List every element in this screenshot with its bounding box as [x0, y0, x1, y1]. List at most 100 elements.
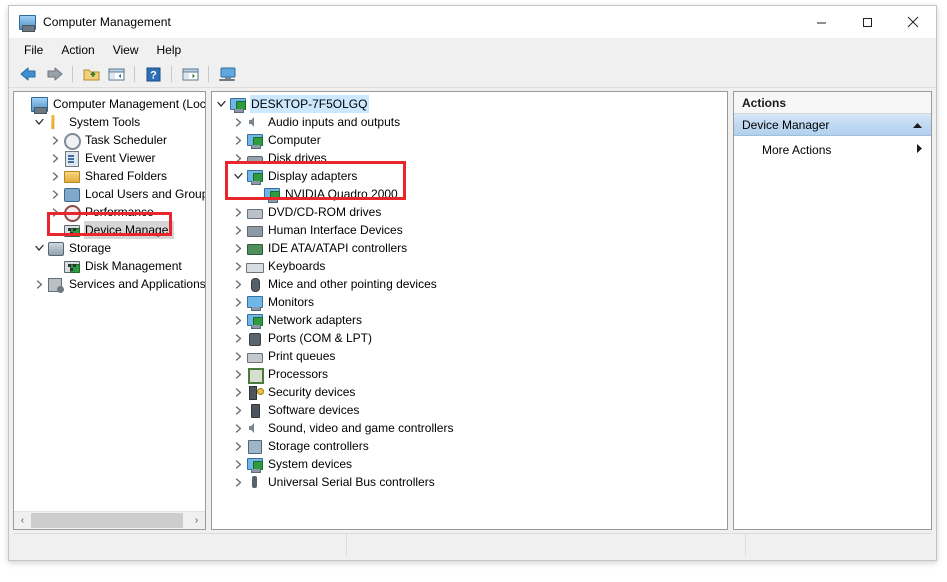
chevron-collapsed-icon[interactable]: [48, 167, 63, 185]
console-tree-hscrollbar[interactable]: ‹ ›: [14, 511, 205, 529]
chevron-expanded-icon[interactable]: [32, 239, 47, 257]
scroll-right-arrow-icon[interactable]: ›: [188, 512, 205, 529]
device-tree-item-computer[interactable]: Computer: [212, 131, 727, 149]
chevron-collapsed-icon[interactable]: [231, 131, 246, 149]
console-tree[interactable]: Computer Management (LocalSystem ToolsTa…: [14, 92, 205, 511]
toolbar-up-one-level[interactable]: [79, 63, 103, 85]
device-tree-item-processors[interactable]: Processors: [212, 365, 727, 383]
device-tree-item-display-adapters[interactable]: Display adapters: [212, 167, 727, 185]
chevron-collapsed-icon[interactable]: [231, 239, 246, 257]
maximize-button[interactable]: [844, 6, 890, 38]
scroll-left-arrow-icon[interactable]: ‹: [14, 512, 31, 529]
menu-help[interactable]: Help: [148, 40, 191, 60]
chevron-right-icon[interactable]: [916, 143, 923, 157]
chevron-collapsed-icon[interactable]: [231, 347, 246, 365]
device-tree-root[interactable]: DESKTOP-7F5OLGQ: [212, 95, 727, 113]
chevron-collapsed-icon[interactable]: [231, 275, 246, 293]
chevron-collapsed-icon[interactable]: [231, 311, 246, 329]
chevron-collapsed-icon[interactable]: [231, 203, 246, 221]
device-tree-item-universal-serial-bus-controllers[interactable]: Universal Serial Bus controllers: [212, 473, 727, 491]
device-tree-item-ports-com-lpt[interactable]: Ports (COM & LPT): [212, 329, 727, 347]
toolbar-help[interactable]: ?: [141, 63, 165, 85]
chevron-expanded-icon[interactable]: [214, 95, 229, 113]
device-tree-item-sound-video-and-game-controllers[interactable]: Sound, video and game controllers: [212, 419, 727, 437]
toolbar-show-hide-action-pane[interactable]: [178, 63, 202, 85]
chevron-collapsed-icon[interactable]: [231, 257, 246, 275]
device-tree-item-mice-and-other-pointing-devices[interactable]: Mice and other pointing devices: [212, 275, 727, 293]
chevron-collapsed-icon[interactable]: [231, 365, 246, 383]
chevron-collapsed-icon[interactable]: [231, 401, 246, 419]
chevron-collapsed-icon[interactable]: [231, 113, 246, 131]
chevron-collapsed-icon[interactable]: [32, 275, 47, 293]
computer-icon: [229, 96, 245, 112]
toolbar-show-hide-tree[interactable]: [104, 63, 128, 85]
chevron-collapsed-icon[interactable]: [231, 455, 246, 473]
toolbar-properties[interactable]: [215, 63, 239, 85]
chevron-none: [48, 257, 63, 275]
menu-action[interactable]: Action: [52, 40, 103, 60]
console-tree-item-system-tools[interactable]: System Tools: [14, 113, 205, 131]
device-tree-item-human-interface-devices[interactable]: Human Interface Devices: [212, 221, 727, 239]
console-tree-item-storage[interactable]: Storage: [14, 239, 205, 257]
close-button[interactable]: [890, 6, 936, 38]
toolbar: ?: [9, 61, 936, 88]
chevron-collapsed-icon[interactable]: [231, 293, 246, 311]
chevron-collapsed-icon[interactable]: [231, 473, 246, 491]
toolbar-separator: [171, 66, 172, 82]
toolbar-separator: [208, 66, 209, 82]
device-tree[interactable]: DESKTOP-7F5OLGQAudio inputs and outputsC…: [212, 92, 727, 491]
minimize-button[interactable]: [798, 6, 844, 38]
chevron-collapsed-icon[interactable]: [48, 185, 63, 203]
console-tree-item-shared-folders[interactable]: Shared Folders: [14, 167, 205, 185]
device-tree-item-security-devices[interactable]: Security devices: [212, 383, 727, 401]
display-adapter-icon: [246, 168, 262, 184]
chevron-collapsed-icon[interactable]: [231, 419, 246, 437]
chevron-collapsed-icon[interactable]: [48, 203, 63, 221]
chevron-expanded-icon[interactable]: [231, 167, 246, 185]
scroll-track[interactable]: [31, 512, 188, 529]
device-tree-item-monitors[interactable]: Monitors: [212, 293, 727, 311]
device-tree-item-print-queues[interactable]: Print queues: [212, 347, 727, 365]
system-tools-icon: [47, 114, 63, 130]
chevron-up-icon[interactable]: [912, 118, 923, 132]
console-tree-item-event-viewer[interactable]: Event Viewer: [14, 149, 205, 167]
toolbar-separator: [72, 66, 73, 82]
device-tree-item-keyboards[interactable]: Keyboards: [212, 257, 727, 275]
device-tree-item-ide-ata-atapi-controllers[interactable]: IDE ATA/ATAPI controllers: [212, 239, 727, 257]
device-tree-item-dvd-cd-rom-drives[interactable]: DVD/CD-ROM drives: [212, 203, 727, 221]
device-tree-item-network-adapters[interactable]: Network adapters: [212, 311, 727, 329]
console-tree-item-computer-management-local[interactable]: Computer Management (Local: [14, 95, 205, 113]
chevron-collapsed-icon[interactable]: [48, 131, 63, 149]
chevron-collapsed-icon[interactable]: [231, 149, 246, 167]
device-tree-item-storage-controllers[interactable]: Storage controllers: [212, 437, 727, 455]
device-tree-item-nvidia-quadro-2000[interactable]: NVIDIA Quadro 2000: [212, 185, 727, 203]
device-tree-item-software-devices[interactable]: Software devices: [212, 401, 727, 419]
console-tree-item-services-and-applications[interactable]: Services and Applications: [14, 275, 205, 293]
menu-view[interactable]: View: [104, 40, 148, 60]
display-properties-icon: [218, 67, 236, 82]
chevron-collapsed-icon[interactable]: [231, 383, 246, 401]
console-tree-item-device-manager[interactable]: Device Manager: [14, 221, 205, 239]
tree-item-label: Services and Applications: [68, 275, 205, 293]
chevron-collapsed-icon[interactable]: [231, 437, 246, 455]
menu-file[interactable]: File: [15, 40, 52, 60]
scroll-thumb[interactable]: [31, 513, 183, 528]
device-tree-item-disk-drives[interactable]: Disk drives: [212, 149, 727, 167]
actions-group-device-manager[interactable]: Device Manager: [734, 114, 931, 136]
chevron-collapsed-icon[interactable]: [48, 149, 63, 167]
console-tree-item-disk-management[interactable]: Disk Management: [14, 257, 205, 275]
tree-item-label: Ports (COM & LPT): [267, 329, 374, 347]
chevron-expanded-icon[interactable]: [32, 113, 47, 131]
console-tree-item-performance[interactable]: Performance: [14, 203, 205, 221]
console-tree-item-task-scheduler[interactable]: Task Scheduler: [14, 131, 205, 149]
device-tree-item-audio-inputs-and-outputs[interactable]: Audio inputs and outputs: [212, 113, 727, 131]
device-manager-pane: DESKTOP-7F5OLGQAudio inputs and outputsC…: [211, 91, 728, 530]
chevron-collapsed-icon[interactable]: [231, 329, 246, 347]
chevron-collapsed-icon[interactable]: [231, 221, 246, 239]
computer-management-icon: [19, 14, 35, 30]
actions-item-more-actions[interactable]: More Actions: [734, 139, 931, 161]
console-tree-item-local-users-and-groups[interactable]: Local Users and Groups: [14, 185, 205, 203]
device-tree-item-system-devices[interactable]: System devices: [212, 455, 727, 473]
toolbar-back[interactable]: [17, 63, 41, 85]
toolbar-forward[interactable]: [42, 63, 66, 85]
